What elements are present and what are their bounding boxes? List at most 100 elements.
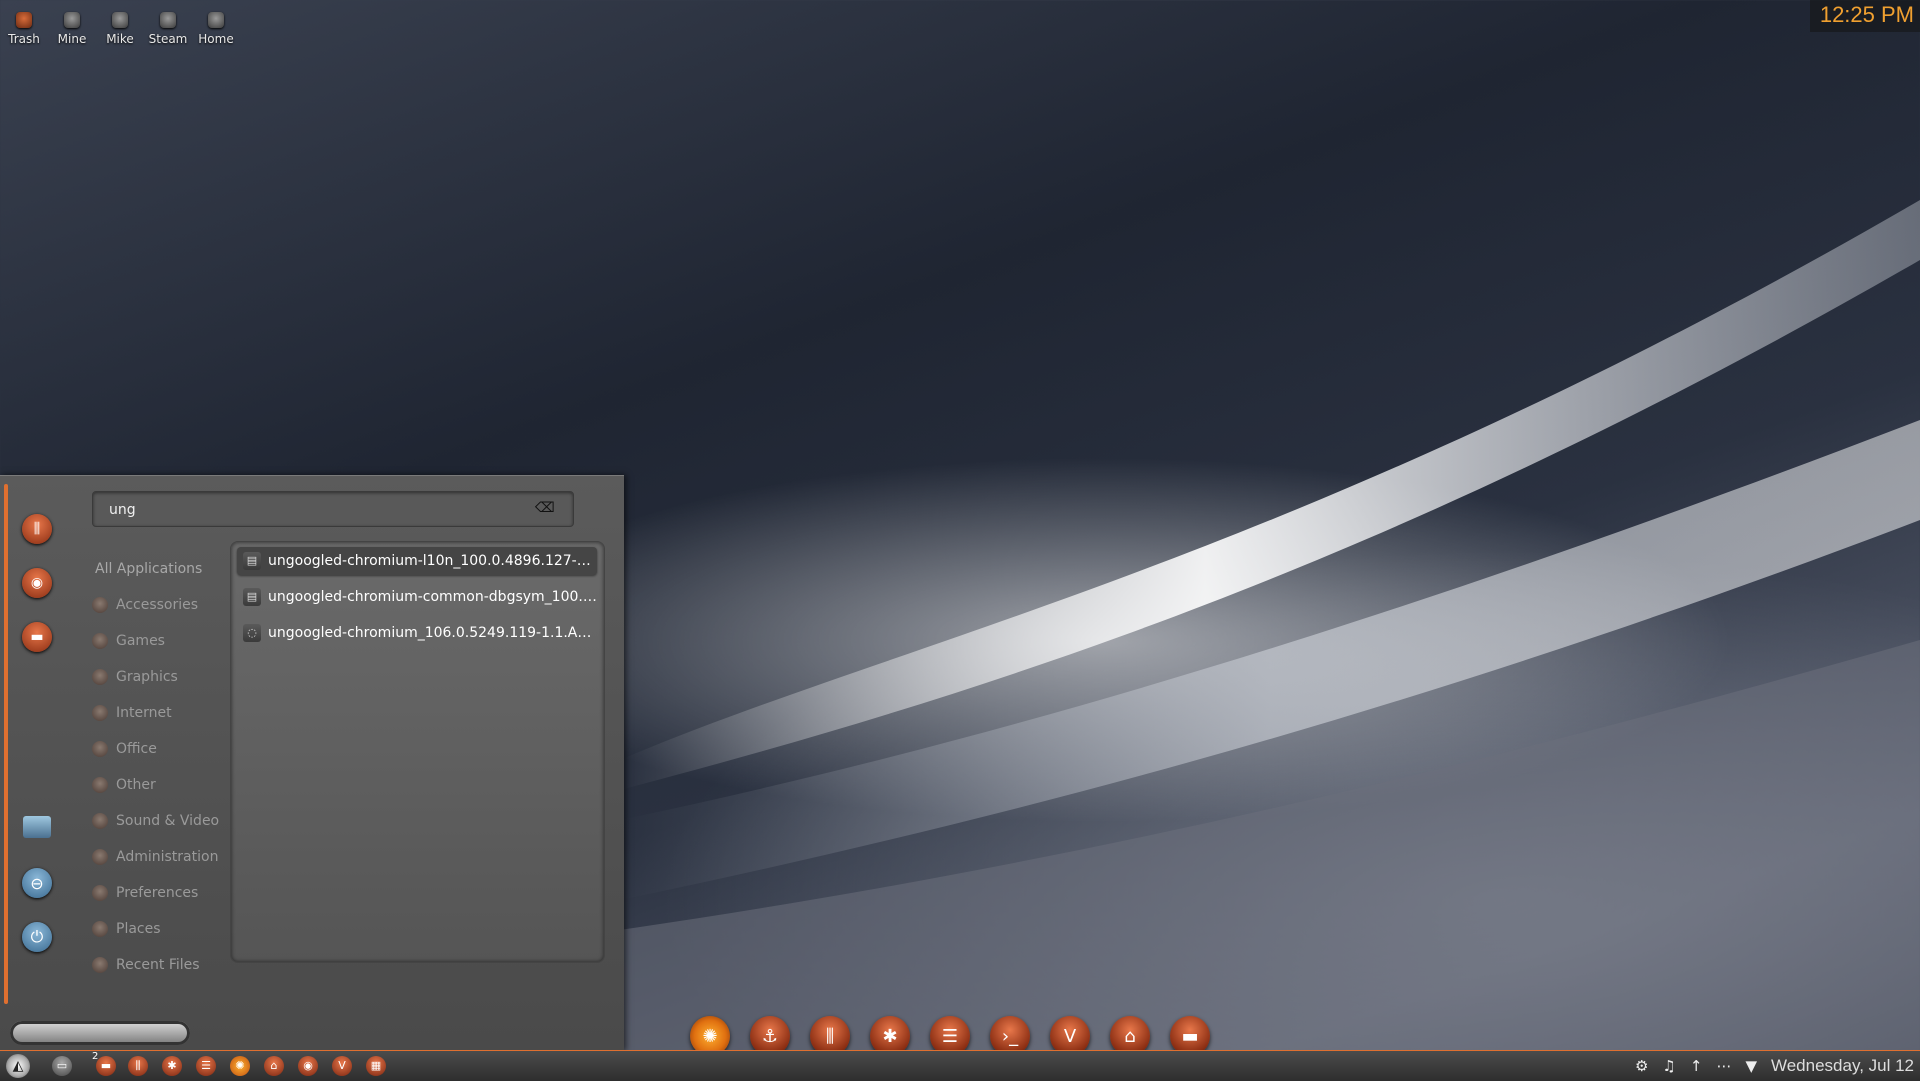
steam-icon (160, 12, 176, 28)
internet-icon (92, 705, 108, 721)
category-other[interactable]: Other (92, 767, 222, 803)
home-icon (208, 12, 224, 28)
mixer-icon: ⫼ (135, 1059, 141, 1072)
clear-search-icon[interactable]: ⌫ (535, 501, 555, 515)
search-input[interactable] (107, 498, 511, 522)
category-label: Accessories (116, 597, 199, 613)
search-result-item[interactable]: ◌ ungoogled-chromium_106.0.5249.119-1.1.… (237, 619, 597, 647)
category-graphics[interactable]: Graphics (92, 659, 222, 695)
category-preferences[interactable]: Preferences (92, 875, 222, 911)
start-icon: ◭ (12, 1058, 24, 1074)
vivaldi-icon: V (338, 1059, 346, 1072)
taskbar-app-list[interactable]: ☰ (196, 1056, 216, 1076)
category-label: Administration (116, 849, 219, 865)
firefox-favorite-button[interactable]: ◉ (22, 568, 52, 598)
desktop-icon-label: Trash (8, 32, 40, 46)
lock-screen-button[interactable] (23, 816, 51, 838)
category-internet[interactable]: Internet (92, 695, 222, 731)
category-list: All Applications Accessories Games Graph… (92, 551, 222, 983)
desktop-icon-mine[interactable]: Mine (48, 6, 96, 46)
desktop-icon-label: Steam (148, 32, 188, 46)
package-icon: ▬ (1181, 1025, 1199, 1047)
search-result-item[interactable]: ▤ ungoogled-chromium-l10n_100.0.4896.127… (237, 547, 597, 575)
search-results: ▤ ungoogled-chromium-l10n_100.0.4896.127… (230, 541, 605, 963)
home-icon: ⌂ (1124, 1025, 1136, 1047)
office-icon (92, 741, 108, 757)
logout-button[interactable]: ⊖ (22, 868, 52, 898)
category-sound-video[interactable]: Sound & Video (92, 803, 222, 839)
category-administration[interactable]: Administration (92, 839, 222, 875)
menu-edge (4, 484, 8, 1004)
category-label: Places (116, 921, 161, 937)
taskbar-app-vivaldi[interactable]: V (332, 1056, 352, 1076)
desktop-icon-label: Mine (57, 32, 87, 46)
software-favorite-button[interactable]: ▬ (22, 622, 52, 652)
sun-icon: ✺ (702, 1025, 718, 1047)
sound-video-icon (92, 813, 108, 829)
terminal-icon: ›_ (1001, 1025, 1019, 1047)
category-recent-files[interactable]: Recent Files (92, 947, 222, 983)
power-button[interactable]: ⏻ (22, 922, 52, 952)
games-icon (92, 633, 108, 649)
search-result-label: ungoogled-chromium-common-dbgsym_100.0..… (268, 589, 597, 605)
desktop-icon-label: Mike (106, 32, 134, 46)
category-label: Office (116, 741, 157, 757)
taskbar: ◭ ▭ 2 ▬ ⫼ ✱ ☰ ✺ ⌂ ◉ V ▦ ⚙ ♫ ↑ ⋯ ▼ Wednes… (0, 1050, 1920, 1081)
drive-icon (112, 12, 128, 28)
category-label: Recent Files (116, 957, 200, 973)
desktop-icon-steam[interactable]: Steam (144, 6, 192, 46)
recent-files-icon (92, 957, 108, 973)
category-games[interactable]: Games (92, 623, 222, 659)
taskbar-app-home[interactable]: ⌂ (264, 1056, 284, 1076)
clock[interactable]: 12:25 PM (1809, 0, 1920, 32)
music-icon[interactable]: ♫ (1662, 1057, 1675, 1075)
category-label: Other (116, 777, 156, 793)
taskbar-app-mixer[interactable]: ⫼ (128, 1056, 148, 1076)
category-label: Sound & Video (116, 813, 220, 829)
taskbar-app-package[interactable]: ▬ (96, 1056, 116, 1076)
wifi-icon[interactable]: ▼ (1745, 1057, 1757, 1075)
desktop-icon-label: Home (198, 32, 234, 46)
home-icon: ⌂ (270, 1059, 278, 1072)
preferences-icon (92, 885, 108, 901)
category-label: Internet (116, 705, 172, 721)
accessories-icon (92, 597, 108, 613)
taskbar-app-sun[interactable]: ✺ (230, 1056, 250, 1076)
taskbar-show-desktop[interactable]: ▭ (52, 1056, 72, 1076)
firefox-icon: ◉ (303, 1059, 313, 1072)
taskbar-app-calendar[interactable]: ▦ (366, 1056, 386, 1076)
firefox-icon: ◉ (30, 575, 44, 591)
category-office[interactable]: Office (92, 731, 222, 767)
start-menu-button[interactable]: ◭ (6, 1054, 30, 1078)
vivaldi-icon: V (1063, 1025, 1077, 1047)
update-icon[interactable]: ↑ (1690, 1057, 1703, 1075)
desktop-icon-home[interactable]: Home (192, 6, 240, 46)
desktop-icon-mike[interactable]: Mike (96, 6, 144, 46)
taskbar-app-firefox[interactable]: ◉ (298, 1056, 318, 1076)
package-icon: ▤ (243, 552, 261, 570)
package-icon: ▬ (100, 1059, 112, 1072)
system-tray: ⚙ ♫ ↑ ⋯ ▼ Wednesday, Jul 12 (1615, 1051, 1920, 1081)
list-icon: ☰ (941, 1025, 959, 1047)
network-icon[interactable]: ⋯ (1716, 1057, 1731, 1075)
category-all-applications[interactable]: All Applications (92, 551, 222, 587)
search-result-label: ungoogled-chromium_106.0.5249.119-1.1.Ap… (268, 625, 597, 641)
package-icon: ▤ (243, 588, 261, 606)
desktop-icon-trash[interactable]: Trash (0, 6, 48, 46)
category-places[interactable]: Places (92, 911, 222, 947)
administration-icon (92, 849, 108, 865)
other-icon (92, 777, 108, 793)
anchor-icon: ⚓ (761, 1025, 779, 1047)
search-result-item[interactable]: ▤ ungoogled-chromium-common-dbgsym_100.0… (237, 583, 597, 611)
settings-icon[interactable]: ⚙ (1635, 1057, 1648, 1075)
mixer-icon: ⫼ (825, 1025, 835, 1047)
desktop-icons: Trash Mine Mike Steam Home (0, 6, 240, 46)
taskbar-app-bluetooth[interactable]: ✱ (162, 1056, 182, 1076)
date-display[interactable]: Wednesday, Jul 12 (1771, 1056, 1914, 1076)
desktop-icon: ▭ (56, 1059, 68, 1072)
search-result-label: ungoogled-chromium-l10n_100.0.4896.127-1… (268, 553, 597, 569)
calendar-icon: ▦ (370, 1059, 382, 1072)
category-accessories[interactable]: Accessories (92, 587, 222, 623)
power-icon: ⏻ (30, 927, 44, 946)
mixer-favorite-button[interactable]: ⫼ (22, 514, 52, 544)
